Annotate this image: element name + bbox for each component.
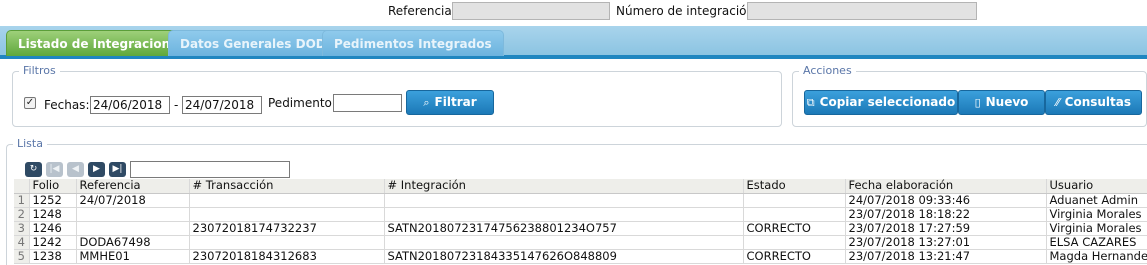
cell-usuario: Virginia Morales: [1046, 221, 1147, 236]
cell-folio: 1238: [29, 249, 77, 264]
tab-strip: Listado de Integraciones Datos Generales…: [0, 26, 1147, 59]
table-row[interactable]: 5 1238 MMHE01 23072018184312683 SATN2018…: [14, 249, 1147, 264]
cell-estado: [743, 193, 846, 208]
fechas-checkbox[interactable]: ✓: [24, 97, 36, 109]
cell-transaccion: 23072018184312683: [189, 249, 385, 264]
cell-transaccion: [189, 193, 385, 208]
referencia-label: Referencia:: [388, 4, 456, 18]
cell-referencia: [76, 221, 190, 236]
row-number-header: [14, 179, 30, 194]
cell-usuario: Aduanet Admin: [1046, 193, 1147, 208]
cell-transaccion: [189, 207, 385, 222]
next-page-button[interactable]: ▶: [88, 162, 105, 177]
cell-fecha-elaboracion: 23/07/2018 17:27:59: [845, 221, 1047, 236]
numero-integracion-label: Número de integración:: [616, 4, 759, 18]
row-number: 4: [14, 235, 30, 250]
cell-fecha-elaboracion: 23/07/2018 13:27:01: [845, 235, 1047, 250]
table-header-row: Folio Referencia # Transacción # Integra…: [14, 179, 1147, 194]
cell-usuario: Virginia Morales: [1046, 207, 1147, 222]
lista-search-input[interactable]: [130, 161, 290, 178]
cell-folio: 1246: [29, 221, 77, 236]
filtrar-label: Filtrar: [434, 95, 477, 109]
cell-integracion: [384, 235, 744, 250]
table-row[interactable]: 4 1242 DODA67498 23/07/2018 13:27:01 ELS…: [14, 235, 1147, 250]
column-header-referencia[interactable]: Referencia: [76, 179, 190, 194]
cell-fecha-elaboracion: 23/07/2018 13:21:47: [845, 249, 1047, 264]
tab-pedimentos-integrados[interactable]: Pedimentos Integrados: [322, 30, 504, 56]
cell-referencia: MMHE01: [76, 249, 190, 264]
cell-folio: 1248: [29, 207, 77, 222]
first-page-icon: |◀: [49, 164, 60, 174]
cell-fecha-elaboracion: 23/07/2018 18:18:22: [845, 207, 1047, 222]
search-icon: ⌕: [423, 96, 430, 109]
pedimento-input[interactable]: [333, 94, 402, 112]
cell-integracion: SATN20180723174756238801234O757: [384, 221, 744, 236]
cell-referencia: DODA67498: [76, 235, 190, 250]
prev-page-button[interactable]: ◀: [67, 162, 84, 177]
first-page-button[interactable]: |◀: [46, 162, 63, 177]
referencia-field[interactable]: [452, 2, 610, 20]
cell-integracion: [384, 207, 744, 222]
cell-estado: CORRECTO: [743, 221, 846, 236]
table-row[interactable]: 3 1246 23072018174732237 SATN20180723174…: [14, 221, 1147, 236]
check-icon: ✓: [25, 97, 35, 108]
lista-legend: Lista: [13, 137, 47, 150]
column-header-fecha-elaboracion[interactable]: Fecha elaboración: [845, 179, 1047, 194]
cell-usuario: ELSA CAZARES: [1046, 235, 1147, 250]
document-icon: ▯: [974, 96, 981, 109]
cell-integracion: SATN20180723184335147626O848809: [384, 249, 744, 264]
fecha-hasta-input[interactable]: 24/07/2018: [182, 96, 262, 114]
cell-integracion: [384, 193, 744, 208]
fechas-label: Fechas:: [44, 98, 90, 112]
row-number: 1: [14, 193, 30, 208]
column-header-estado[interactable]: Estado: [743, 179, 846, 194]
cell-folio: 1242: [29, 235, 77, 250]
date-range-separator: -: [174, 98, 179, 112]
next-page-icon: ▶: [93, 164, 100, 174]
cell-fecha-elaboracion: 24/07/2018 09:33:46: [845, 193, 1047, 208]
fecha-desde-input[interactable]: 24/06/2018: [90, 96, 170, 114]
nuevo-label: Nuevo: [985, 95, 1029, 109]
cell-referencia: [76, 207, 190, 222]
copy-icon: ⧉: [806, 96, 815, 109]
numero-integracion-field[interactable]: [747, 2, 977, 20]
cell-estado: CORRECTO: [743, 249, 846, 264]
column-header-transaccion[interactable]: # Transacción: [189, 179, 385, 194]
refresh-icon: ↻: [29, 164, 38, 174]
last-page-button[interactable]: ▶|: [109, 162, 126, 177]
column-header-folio[interactable]: Folio: [29, 179, 77, 194]
row-number: 2: [14, 207, 30, 222]
filtrar-button[interactable]: ⌕ Filtrar: [406, 90, 494, 115]
acciones-legend: Acciones: [799, 64, 856, 77]
tab-datos-generales-doda[interactable]: Datos Generales DODA: [168, 30, 348, 56]
table-row[interactable]: 1 1252 24/07/2018 24/07/2018 09:33:46 Ad…: [14, 193, 1147, 208]
filtros-legend: Filtros: [19, 64, 60, 77]
cell-estado: [743, 235, 846, 250]
consultas-button[interactable]: ⁄⁄ Consultas: [1045, 90, 1142, 115]
cell-transaccion: 23072018174732237: [189, 221, 385, 236]
pedimento-label: Pedimento:: [268, 96, 336, 110]
nuevo-button[interactable]: ▯ Nuevo: [958, 90, 1045, 115]
integraciones-table: Folio Referencia # Transacción # Integra…: [14, 179, 1147, 264]
cell-estado: [743, 207, 846, 222]
table-row[interactable]: 2 1248 23/07/2018 18:18:22 Virginia Mora…: [14, 207, 1147, 222]
cell-transaccion: [189, 235, 385, 250]
row-number: 5: [14, 249, 30, 264]
row-number: 3: [14, 221, 30, 236]
cell-referencia: 24/07/2018: [76, 193, 190, 208]
consultas-label: Consultas: [1064, 95, 1132, 109]
cell-folio: 1252: [29, 193, 77, 208]
copiar-label: Copiar seleccionado: [819, 95, 956, 109]
copiar-seleccionado-button[interactable]: ⧉ Copiar seleccionado: [804, 90, 958, 115]
column-header-usuario[interactable]: Usuario: [1046, 179, 1147, 194]
last-page-icon: ▶|: [112, 164, 123, 174]
refresh-button[interactable]: ↻: [25, 162, 42, 177]
prev-page-icon: ◀: [72, 164, 79, 174]
wand-icon: ⁄⁄: [1055, 96, 1060, 109]
column-header-integracion[interactable]: # Integración: [384, 179, 744, 194]
cell-usuario: Magda Hernandez: [1046, 249, 1147, 264]
top-header-bar: Referencia: Número de integración:: [0, 0, 1147, 24]
